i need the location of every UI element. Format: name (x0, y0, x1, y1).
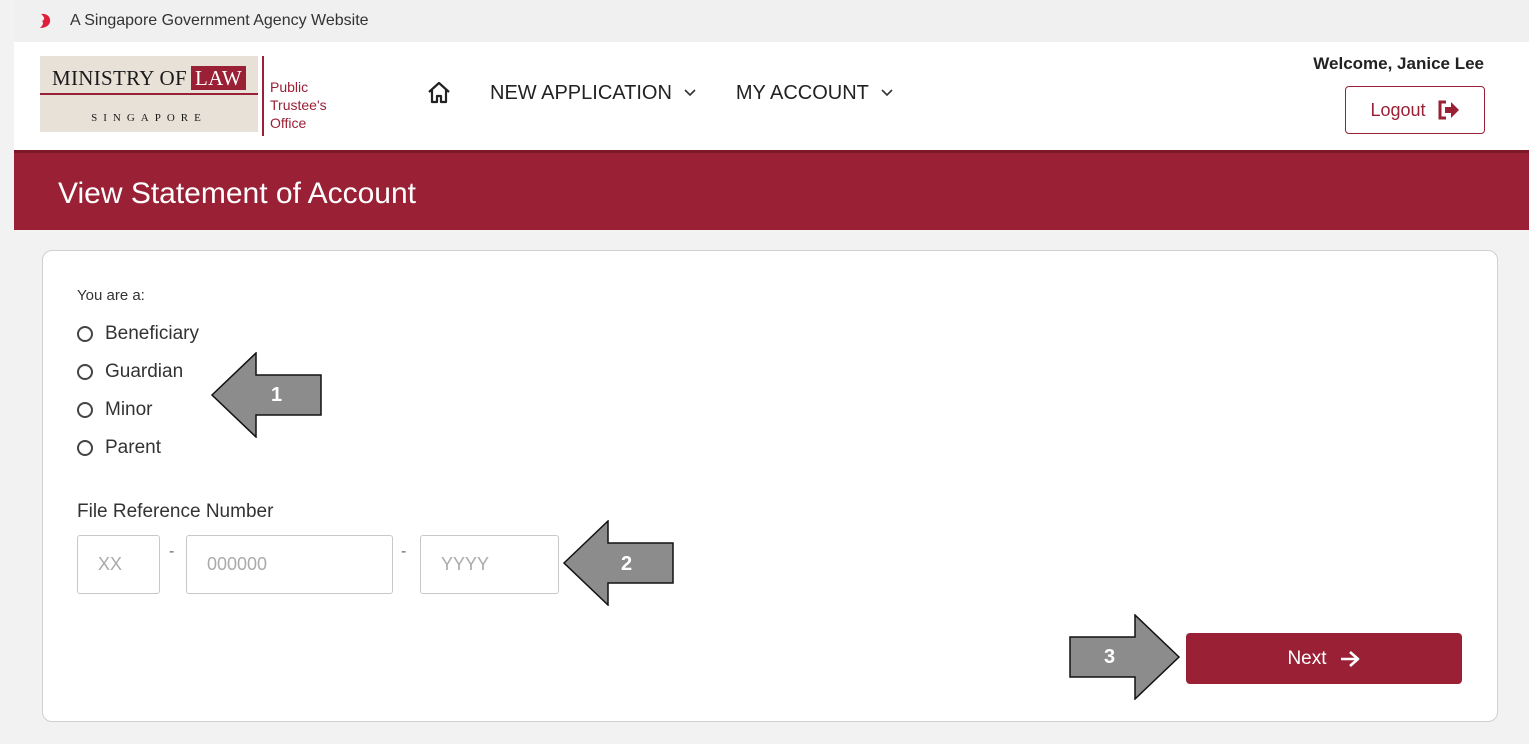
file-ref-number-input[interactable] (186, 535, 393, 594)
welcome-message: Welcome, Janice Lee (1313, 54, 1484, 73)
government-banner-text: A Singapore Government Agency Website (70, 12, 369, 29)
nav-new-application[interactable]: NEW APPLICATION (490, 82, 696, 105)
office-name: Public Trustee's Office (270, 79, 327, 131)
sign-out-icon (1438, 100, 1459, 120)
main-nav: NEW APPLICATION MY ACCOUNT (426, 80, 933, 106)
home-icon[interactable] (426, 80, 452, 106)
statement-form-card: You are a: Beneficiary Guardian Minor Pa… (42, 250, 1498, 722)
file-ref-separator: - (401, 543, 407, 560)
file-ref-prefix-input[interactable] (77, 535, 160, 594)
ministry-logo[interactable]: MINISTRY OF LAW SINGAPORE Public Trustee'… (40, 56, 330, 136)
site-header: MINISTRY OF LAW SINGAPORE Public Trustee'… (14, 42, 1529, 150)
nav-my-account[interactable]: MY ACCOUNT (736, 82, 893, 105)
radio-circle[interactable] (77, 440, 93, 456)
role-label: You are a: (77, 287, 145, 304)
file-reference-label: File Reference Number (77, 501, 274, 522)
radio-beneficiary[interactable]: Beneficiary (77, 323, 199, 345)
callout-number-2: 2 (621, 553, 633, 575)
page-title: View Statement of Account (58, 177, 416, 210)
next-button[interactable]: Next (1186, 633, 1462, 684)
chevron-down-icon (881, 89, 893, 97)
radio-minor[interactable]: Minor (77, 399, 153, 421)
government-banner: A Singapore Government Agency Website (14, 0, 1529, 42)
lion-head-icon (40, 13, 51, 28)
callout-arrow-3 (1069, 614, 1180, 700)
callout-arrow-1 (211, 352, 322, 438)
radio-parent[interactable]: Parent (77, 437, 161, 459)
radio-circle[interactable] (77, 364, 93, 380)
file-ref-year-input[interactable] (420, 535, 559, 594)
logout-button[interactable]: Logout (1345, 86, 1485, 134)
callout-arrow-2 (563, 520, 674, 606)
file-ref-separator: - (169, 543, 175, 560)
arrow-right-icon (1340, 650, 1359, 667)
chevron-down-icon (684, 89, 696, 97)
callout-number-3: 3 (1104, 646, 1116, 668)
page-title-bar: View Statement of Account (14, 150, 1529, 230)
radio-circle[interactable] (77, 402, 93, 418)
radio-circle[interactable] (77, 326, 93, 342)
callout-number-1: 1 (271, 384, 283, 406)
radio-guardian[interactable]: Guardian (77, 361, 183, 383)
